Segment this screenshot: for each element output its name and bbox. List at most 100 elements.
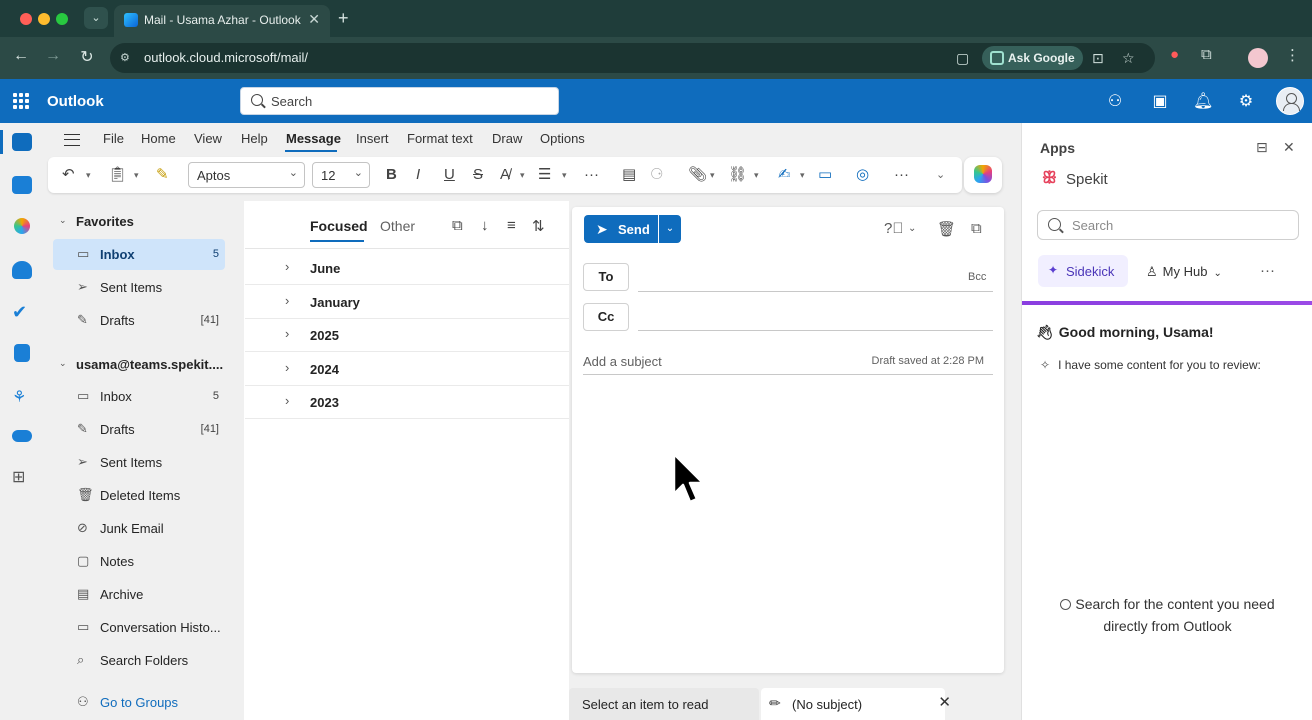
todo-app-icon[interactable]: ✔ [12, 302, 32, 322]
undo-dropdown-icon[interactable]: ▾ [86, 166, 91, 184]
paragraph-options-icon[interactable]: ☰ [538, 166, 551, 184]
format-painter-icon[interactable]: ✎ [156, 166, 169, 184]
attach-dropdown-icon[interactable]: ▾ [710, 166, 715, 184]
extension-badge-icon[interactable]: ● [1170, 46, 1179, 63]
profile-avatar[interactable] [1248, 48, 1268, 68]
highlight-dropdown-icon[interactable]: ▾ [520, 166, 525, 184]
outlook-brand[interactable]: Outlook [47, 93, 104, 110]
filter-icon[interactable]: ≡ [507, 217, 516, 234]
favorites-heading[interactable]: Favorites [76, 214, 134, 229]
address-bar[interactable]: ⚙ outlook.cloud.microsoft/mail/ ▢ Ask Go… [110, 43, 1155, 73]
folder-deleted-items[interactable]: 🗑︎ Deleted Items [53, 480, 225, 511]
mail-app-icon[interactable] [12, 133, 32, 151]
browser-menu-icon[interactable]: ⋮ [1285, 46, 1300, 64]
select-mode-icon[interactable]: ⧉ [452, 217, 463, 234]
font-size-select[interactable]: 12 ⌄ [312, 162, 370, 188]
reload-icon[interactable]: ↻ [76, 47, 98, 67]
window-zoom-button[interactable] [56, 13, 68, 25]
window-close-button[interactable] [20, 13, 32, 25]
browser-tab[interactable]: Mail - Usama Azhar - Outlook ✕ [114, 5, 330, 37]
paragraph-dropdown-icon[interactable]: ▾ [562, 166, 567, 184]
sensitivity-icon[interactable]: ⚆ [650, 166, 663, 184]
tab-message[interactable]: Message [286, 131, 341, 146]
my-day-icon[interactable]: ▣ [1150, 91, 1170, 111]
bold-icon[interactable]: B [386, 166, 397, 184]
new-tab-button[interactable]: + [338, 8, 349, 29]
loop-component-icon[interactable]: ◎ [856, 166, 869, 184]
tab-format-text[interactable]: Format text [407, 131, 473, 146]
editor-dropdown-icon[interactable]: ▾ [800, 166, 805, 184]
settings-gear-icon[interactable]: ⚙ [1236, 91, 1256, 111]
pin-pane-icon[interactable]: ⊟ [1256, 139, 1268, 156]
folder-archive[interactable]: ▤ Archive [53, 579, 225, 610]
folder-conversation-history[interactable]: ▭ Conversation Histo... [53, 612, 225, 643]
forward-icon[interactable]: → [42, 47, 64, 65]
window-minimize-button[interactable] [38, 13, 50, 25]
account-heading[interactable]: usama@teams.spekit.... [76, 357, 223, 372]
paste-icon[interactable]: 📋︎ [108, 166, 127, 184]
attach-file-icon[interactable]: 📎︎ [688, 166, 707, 184]
font-family-select[interactable]: Aptos ⌄ [188, 162, 305, 188]
tab-home[interactable]: Home [141, 131, 176, 146]
more-formatting-icon[interactable]: ··· [584, 166, 599, 184]
pop-out-icon[interactable]: ⧉ [971, 220, 982, 237]
ask-google-button[interactable]: Ask Google [982, 46, 1083, 70]
to-field[interactable] [638, 291, 993, 292]
sensitivity-help-icon[interactable]: ?⃝ [884, 220, 904, 237]
tab-sidekick[interactable]: ✦ Sidekick [1038, 255, 1128, 287]
extensions-puzzle-icon[interactable]: ⧉ [1201, 46, 1212, 63]
signature-icon[interactable]: ▤ [622, 166, 636, 184]
more-apps-icon[interactable]: ⊞ [12, 467, 32, 486]
apps-search-input[interactable]: Search [1037, 210, 1299, 240]
more-options-icon[interactable]: ··· [894, 166, 909, 184]
list-group[interactable]: › 2025 [245, 318, 569, 352]
account-avatar[interactable] [1276, 87, 1304, 115]
editor-icon[interactable]: ✍ [778, 166, 791, 184]
favorite-inbox[interactable]: ▭ Inbox 5 [53, 239, 225, 270]
tab-search-button[interactable]: ⌄ [84, 7, 108, 29]
site-info-icon[interactable]: ⚙ [120, 51, 134, 65]
to-button[interactable]: To [583, 263, 629, 291]
favorite-drafts[interactable]: ✎ Drafts [41] [53, 305, 225, 336]
list-group[interactable]: › June [245, 251, 569, 285]
link-dropdown-icon[interactable]: ▾ [754, 166, 759, 184]
tab-help[interactable]: Help [241, 131, 268, 146]
back-icon[interactable]: ← [10, 47, 32, 65]
chevron-down-icon[interactable]: ⌄ [908, 223, 916, 234]
collapse-chevron-icon[interactable]: ⌄ [59, 215, 67, 226]
bcc-button[interactable]: Bcc [968, 271, 986, 283]
subject-input[interactable]: Add a subject [583, 354, 662, 369]
underline-icon[interactable]: U [444, 166, 455, 184]
onedrive-app-icon[interactable] [12, 430, 32, 442]
copilot-app-icon[interactable] [14, 218, 30, 234]
tab-close-icon[interactable]: ✕ [308, 11, 320, 28]
folder-search-folders[interactable]: ⌕ Search Folders [53, 645, 225, 676]
list-group[interactable]: › 2023 [245, 385, 569, 419]
send-button[interactable]: ➤ Send [584, 215, 658, 243]
folder-notes[interactable]: ▢ Notes [53, 546, 225, 577]
notifications-bell-icon[interactable]: 🔔︎ [1193, 91, 1213, 111]
folder-inbox[interactable]: ▭ Inbox 5 [53, 381, 225, 412]
folder-junk-email[interactable]: ⊘ Junk Email [53, 513, 225, 544]
collapse-chevron-icon[interactable]: ⌄ [59, 358, 67, 369]
text-highlight-icon[interactable]: A̸ [500, 166, 510, 184]
close-icon[interactable]: ✕ [938, 693, 951, 711]
undo-icon[interactable]: ↶ [62, 166, 75, 184]
bookmark-star-icon[interactable]: ☆ [1122, 50, 1135, 67]
tab-file[interactable]: File [103, 131, 124, 146]
tab-insert[interactable]: Insert [356, 131, 389, 146]
more-options-icon[interactable]: ··· [1260, 262, 1275, 279]
tab-focused[interactable]: Focused [310, 218, 368, 242]
hamburger-menu-icon[interactable] [64, 134, 80, 146]
reading-tab[interactable]: Select an item to read [569, 688, 759, 720]
draft-tab[interactable]: ✏ (No subject) ✕ [761, 688, 951, 720]
strikethrough-icon[interactable]: S [473, 166, 483, 184]
teams-meeting-icon[interactable]: ▭ [818, 166, 832, 184]
link-icon[interactable]: ⛓ [728, 166, 747, 184]
tab-my-hub[interactable]: ♙ My Hub ⌄ [1146, 264, 1222, 280]
favorite-sent-items[interactable]: ➢ Sent Items [53, 272, 225, 303]
calendar-app-icon[interactable] [12, 176, 32, 194]
teams-icon[interactable]: ⚇ [1105, 91, 1125, 111]
onenote-app-icon[interactable] [14, 344, 30, 362]
jump-to-icon[interactable]: ↓ [481, 217, 489, 234]
